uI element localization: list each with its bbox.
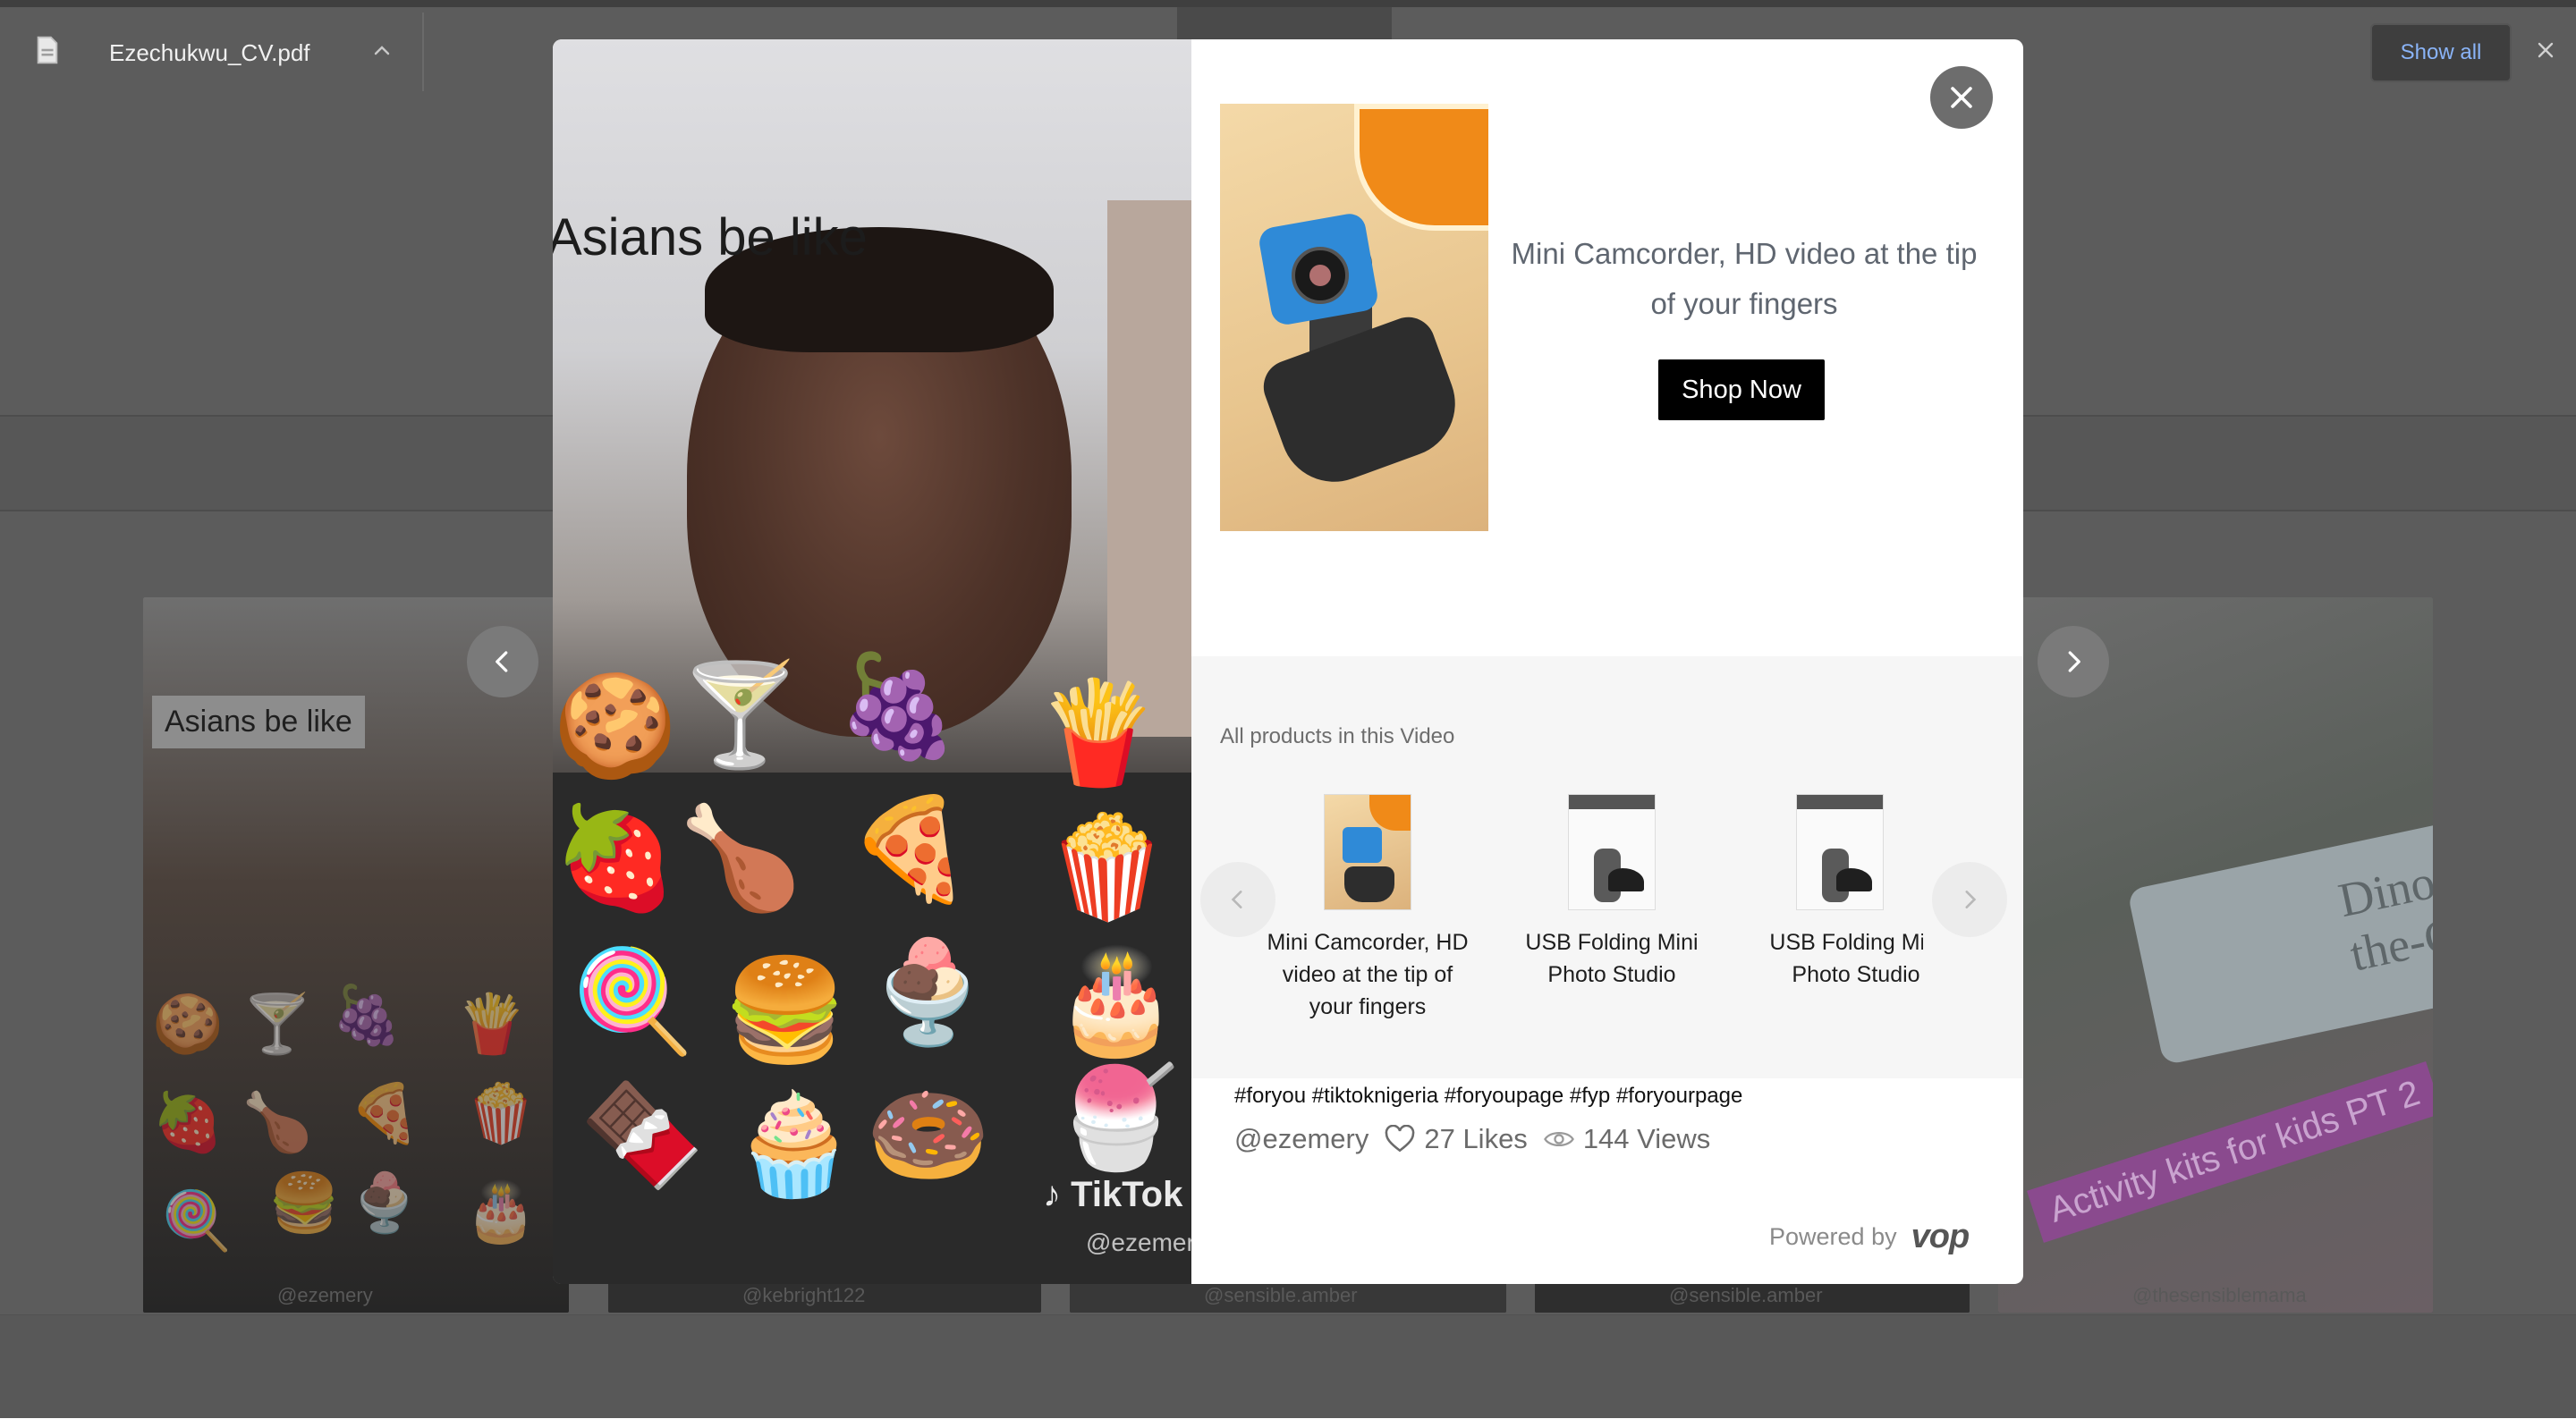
dino-kit-label: Dino On-the-Go! (2334, 837, 2433, 982)
download-bar-divider (422, 13, 424, 91)
powered-by-label: Powered by (1769, 1223, 1897, 1250)
background-thumb (1177, 7, 1392, 43)
background-card-user: @sensible.amber (1669, 1284, 1823, 1306)
download-options-button[interactable] (369, 38, 395, 64)
donut-emoji: 🍩 (866, 1079, 991, 1191)
video-hashtags: #foryou #tiktoknigeria #foryoupage #fyp … (1234, 1084, 1743, 1108)
background-card-user: @ezemery (277, 1284, 373, 1306)
download-bar (0, 1314, 2576, 1419)
tiktok-note-icon: ♪ (1043, 1175, 1061, 1214)
product-card[interactable]: USB Folding Mini Photo Studio (1753, 794, 1923, 991)
background-door (1107, 200, 1191, 737)
camera-lens (1292, 247, 1349, 304)
product-thumb (1568, 794, 1656, 910)
product-name: USB Folding Mini Photo Studio (1769, 930, 1923, 987)
chevron-right-icon (2068, 651, 2080, 672)
chicken-emoji: 🍗 (678, 802, 803, 914)
shop-now-button[interactable]: Shop Now (1658, 359, 1825, 420)
product-name: USB Folding Mini Photo Studio (1525, 930, 1699, 987)
product-image[interactable] (1220, 104, 1488, 531)
cupcake-emoji: 🧁 (732, 1088, 857, 1200)
all-products-section: All products in this Video Mini Camcorde… (1191, 656, 2023, 1078)
background-card-5[interactable]: Dino On-the-Go! Activity kits for kids P… (1998, 597, 2433, 1313)
product-thumb (1796, 794, 1884, 910)
fries-emoji: 🍟 (1036, 677, 1161, 789)
tiktok-watermark: ♪ TikTok (1043, 1175, 1182, 1215)
cookie-emoji: 🍪 (553, 670, 678, 781)
chevron-left-icon (1231, 891, 1242, 908)
sundae-emoji: 🍨 (866, 936, 991, 1048)
camera-base (1256, 309, 1470, 497)
pdf-file-icon (37, 36, 58, 64)
video-author[interactable]: @ezemery (1234, 1123, 1368, 1155)
chocolate-emoji: 🍫 (580, 1079, 705, 1191)
show-all-downloads-button[interactable]: Show all (2370, 23, 2512, 82)
cake-emoji: 🎂 (1054, 945, 1179, 1057)
tiktok-watermark-text: TikTok (1071, 1175, 1183, 1214)
close-icon (1951, 87, 1972, 108)
background-card-1[interactable]: Asians be like 🍪 🍸 🍇 🍟 🍓 🍗 🍕 🍿 🍭 🍔 🍨 🎂 @… (143, 597, 569, 1313)
vop-logo: vop (1911, 1218, 1970, 1255)
pizza-emoji: 🍕 (848, 793, 973, 905)
video-player[interactable]: Asians be like 🍪 🍸 🍇 🍟 🍓 🍗 🍕 🍿 🍭 🍔 🍨 🎂 🍫… (553, 39, 1191, 1284)
products-next-button[interactable] (1932, 862, 2007, 937)
background-card-user: @sensible.amber (1204, 1284, 1358, 1306)
chevron-right-icon (1965, 891, 1977, 908)
powered-by[interactable]: Powered by vop (1769, 1218, 1970, 1256)
previous-video-button[interactable] (467, 626, 538, 697)
strawberry-emoji: 🍓 (553, 802, 678, 914)
views-count: 144 Views (1582, 1123, 1711, 1154)
burger-emoji: 🍔 (723, 954, 848, 1066)
tiktok-watermark-user: @ezemery (1086, 1229, 1191, 1256)
orange-slice (1354, 104, 1488, 231)
popcorn-emoji: 🍿 (1045, 811, 1170, 923)
all-products-label: All products in this Video (1220, 724, 1455, 748)
close-icon (2538, 42, 2554, 58)
likes-count: 27 Likes (1424, 1123, 1528, 1154)
close-modal-button[interactable] (1930, 66, 1993, 129)
product-title: Mini Camcorder, HD video at the tip of y… (1511, 237, 1978, 320)
product-thumb (1324, 794, 1411, 910)
cocktail-emoji: 🍸 (678, 659, 803, 771)
background-top-bar (0, 0, 2576, 7)
background-card-user: @thesensiblemama (2132, 1284, 2307, 1306)
product-name: Mini Camcorder, HD video at the tip of y… (1267, 930, 1469, 1019)
lollipop-emoji: 🍭 (571, 945, 696, 1057)
chevron-left-icon (496, 651, 508, 672)
close-download-bar-button[interactable] (2528, 32, 2563, 68)
eye-icon (1543, 1131, 1574, 1147)
chevron-up-icon (374, 46, 390, 55)
video-modal: Asians be like 🍪 🍸 🍇 🍟 🍓 🍗 🍕 🍿 🍭 🍔 🍨 🎂 🍫… (553, 39, 2023, 1284)
video-stats: @ezemery 27 Likes 144 Views (1234, 1123, 1710, 1155)
heart-icon[interactable] (1385, 1125, 1415, 1153)
next-video-button[interactable] (2038, 626, 2109, 697)
download-file-name[interactable]: Ezechukwu_CV.pdf (109, 39, 310, 67)
background-card-user: @kebright122 (742, 1284, 866, 1306)
grapes-emoji: 🍇 (835, 650, 961, 762)
shaved-ice-emoji: 🍧 (1054, 1061, 1179, 1173)
product-card[interactable]: USB Folding Mini Photo Studio (1509, 794, 1715, 991)
product-card[interactable]: Mini Camcorder, HD video at the tip of y… (1265, 794, 1470, 1023)
video-caption: Asians be like (553, 208, 868, 266)
background-card-caption: Asians be like (152, 696, 365, 748)
